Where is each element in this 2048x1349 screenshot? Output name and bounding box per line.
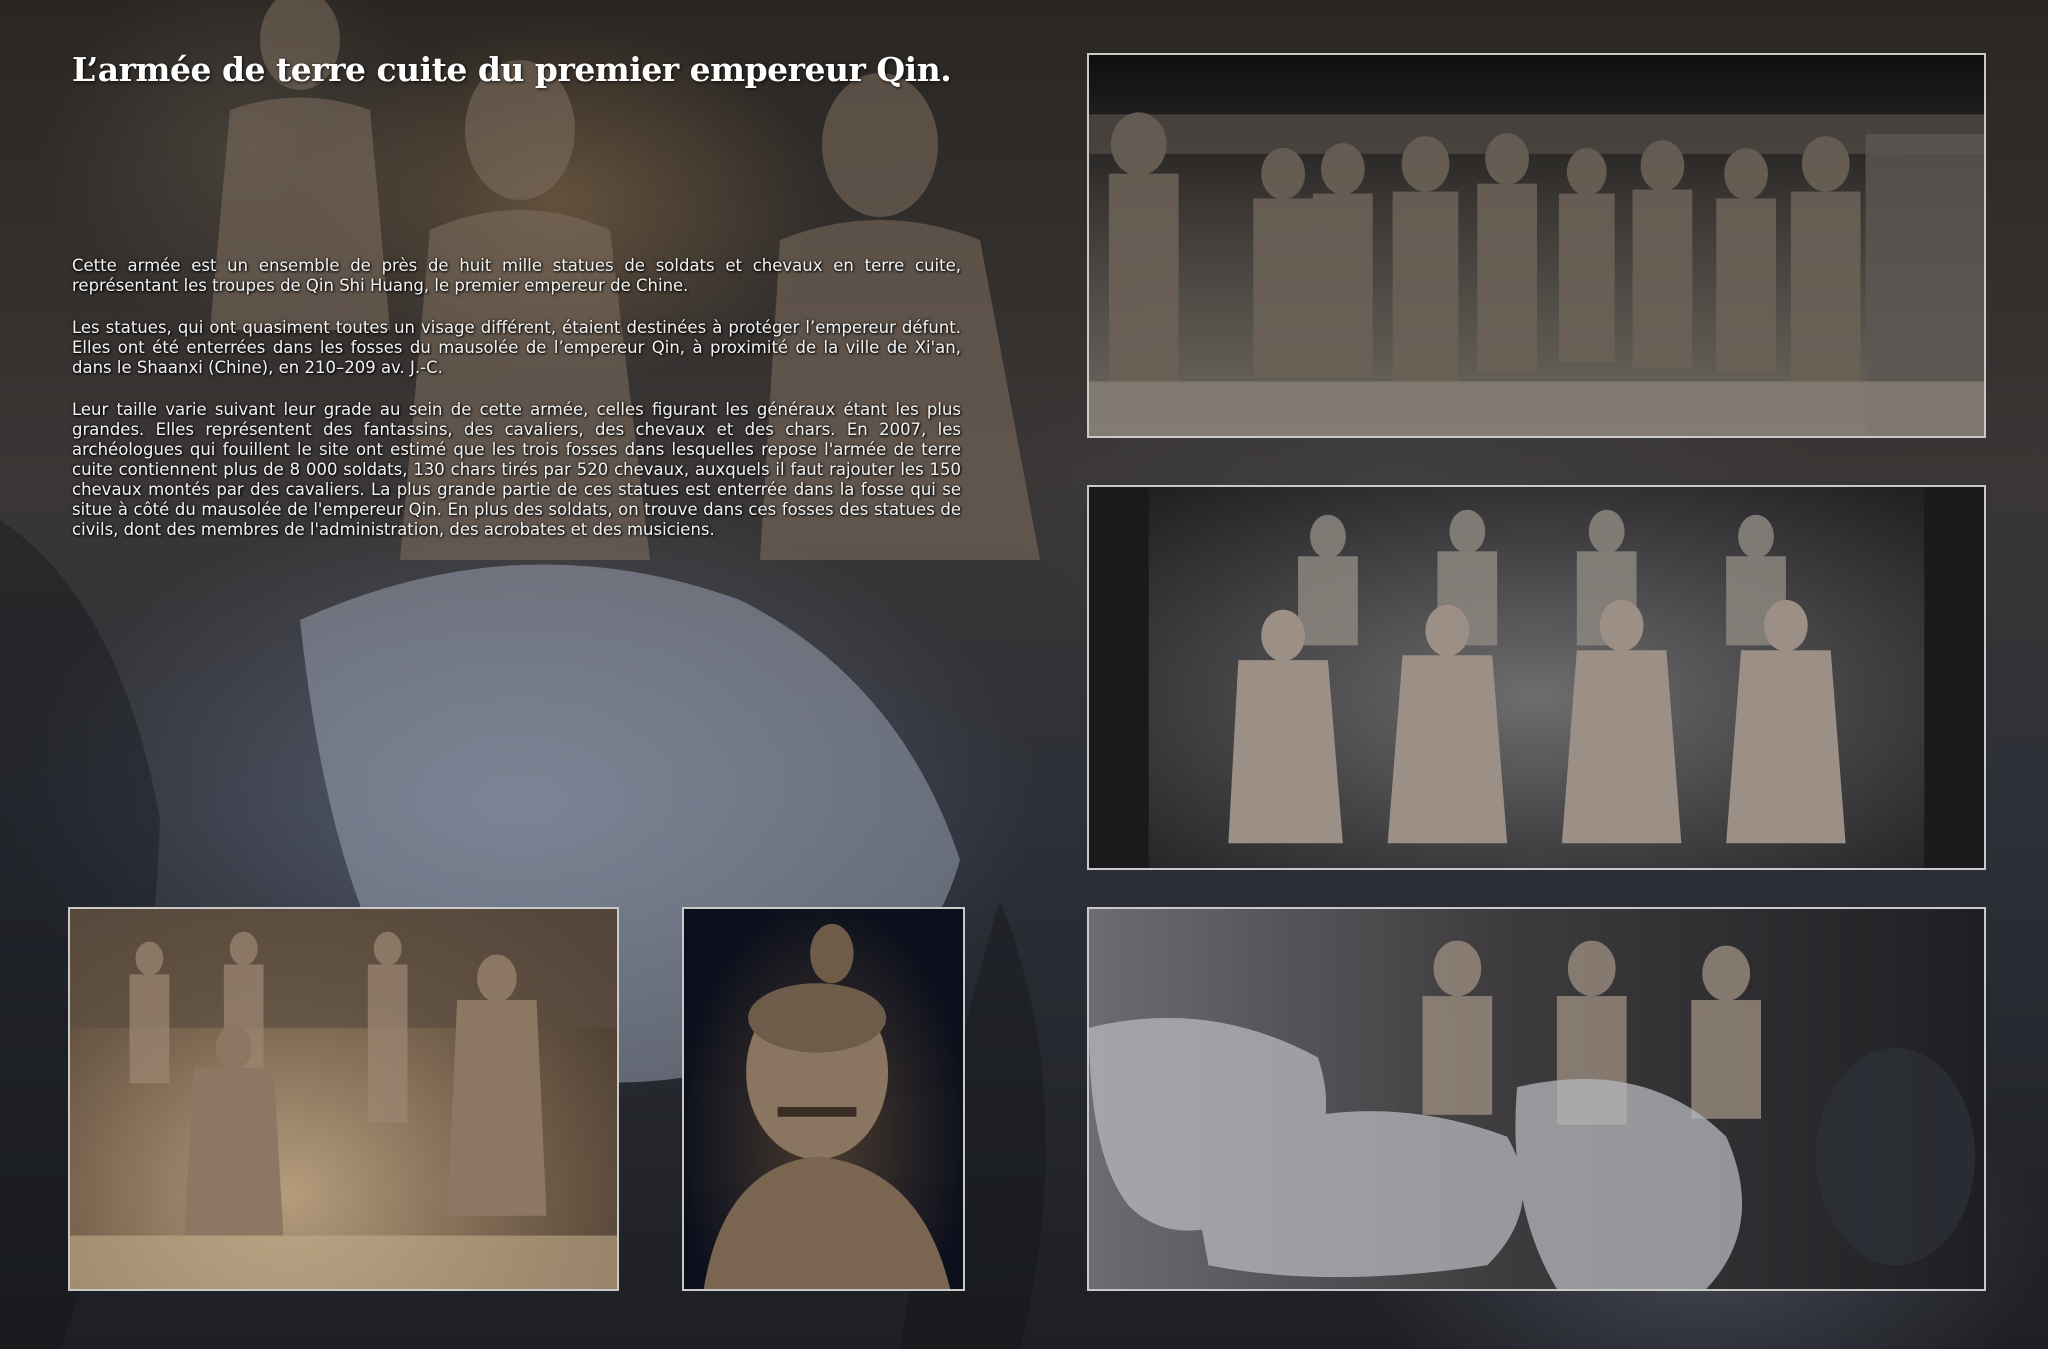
article-body: Cette armée est un ensemble de près de h… [72, 256, 961, 562]
page-title: L’armée de terre cuite du premier empere… [72, 50, 952, 89]
photo-kneeling-archers [1087, 485, 1986, 870]
paragraph-composition: Leur taille varie suivant leur grade au … [72, 400, 961, 539]
photo-standing-soldiers [1087, 53, 1986, 438]
photo-soldier-portrait [682, 907, 965, 1291]
photo-horses-and-soldiers [1087, 907, 1986, 1291]
paragraph-intro: Cette armée est un ensemble de près de h… [72, 256, 961, 295]
photo-soldiers-on-sand [68, 907, 619, 1291]
paragraph-purpose: Les statues, qui ont quasiment toutes un… [72, 318, 961, 377]
